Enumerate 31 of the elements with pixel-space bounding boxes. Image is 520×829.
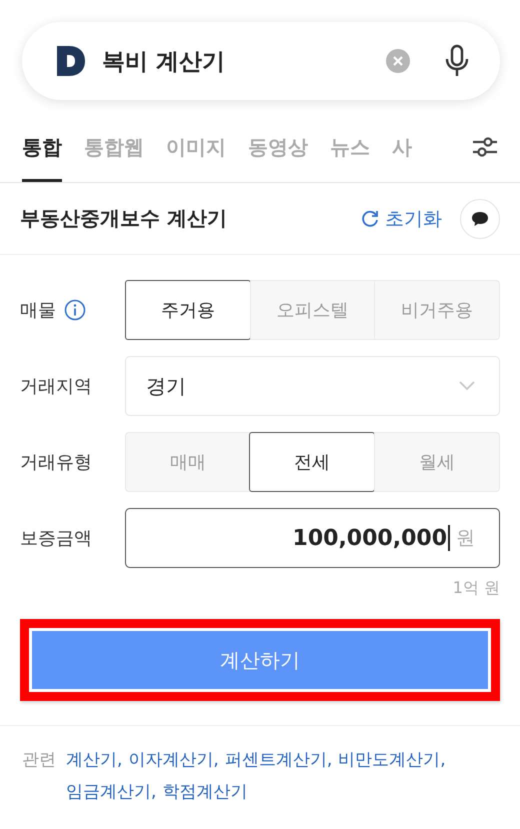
chat-bubble-icon: [471, 210, 489, 227]
segment-option[interactable]: 주거용: [125, 280, 251, 340]
calculator-title: 부동산중개보수 계산기: [20, 205, 228, 232]
related-link[interactable]: 계산기,: [66, 744, 122, 776]
search-query: 복비 계산기: [102, 48, 226, 76]
chevron-down-icon: [459, 381, 475, 392]
related-label: 관련: [22, 749, 56, 772]
field-label: 거래지역: [20, 375, 92, 398]
reset-button[interactable]: 초기화: [361, 206, 442, 232]
amount-hint: 1억 원: [452, 578, 500, 600]
search-field[interactable]: 복비 계산기: [22, 22, 500, 100]
amount-value: 100,000,000: [292, 526, 447, 551]
unit-label: 원: [456, 526, 475, 552]
microphone-icon[interactable]: [444, 44, 470, 78]
segment-option[interactable]: 전세: [249, 432, 375, 492]
logo-icon: [54, 44, 88, 78]
related-link[interactable]: 이자계산기,: [128, 744, 219, 776]
info-icon[interactable]: [64, 299, 86, 322]
refresh-icon: [361, 210, 379, 228]
related-link[interactable]: 퍼센트계산기,: [224, 744, 332, 776]
related-link[interactable]: 학점계산기: [162, 776, 248, 808]
tab[interactable]: 통합: [22, 112, 62, 182]
field-label: 거래유형: [20, 451, 92, 474]
field-label: 보증금액: [20, 527, 92, 550]
region-dropdown[interactable]: 경기: [125, 356, 500, 416]
filter-icon[interactable]: [472, 135, 498, 159]
related-link[interactable]: 임금계산기,: [66, 776, 156, 808]
field-label: 매물: [20, 299, 56, 322]
feedback-button[interactable]: [460, 198, 500, 239]
related-link[interactable]: 비만도계산기,: [338, 744, 446, 776]
amount-field[interactable]: 100,000,000 원: [125, 508, 500, 568]
